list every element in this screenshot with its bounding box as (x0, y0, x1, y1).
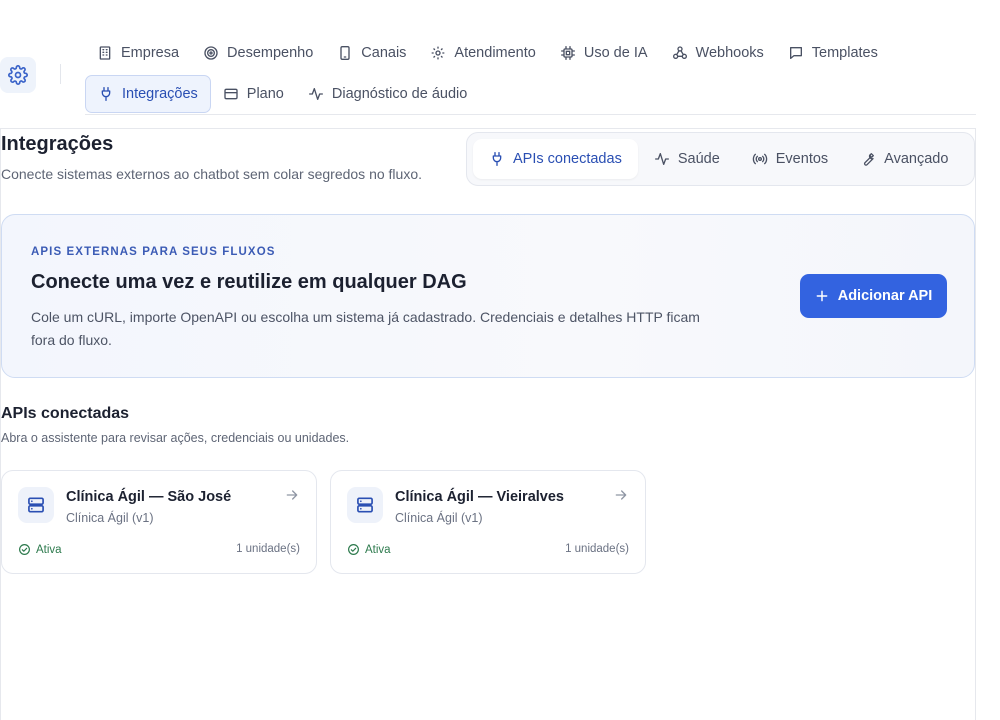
integrations-tabs: APIs conectadas Saúde Eventos Avançado (466, 132, 975, 186)
section-title: APIs conectadas (1, 405, 130, 422)
card-icon (224, 88, 238, 100)
nav-item-label: Uso de IA (583, 45, 648, 61)
settings-nav: Empresa Desempenho Canais Atendimento Us… (85, 34, 975, 113)
nav-item-label: Desempenho (227, 45, 314, 61)
api-card-units: 1 unidade(s) (236, 543, 300, 555)
nav-item-label: Templates (811, 45, 878, 61)
hero-description: Cole um cURL, importe OpenAPI ou escolha… (31, 309, 700, 348)
pulse-icon (654, 153, 669, 165)
nav-item-label: Plano (246, 86, 284, 102)
tab-label: Eventos (775, 151, 829, 167)
header-separator (60, 64, 61, 84)
nav-item-integracoes[interactable]: Integrações (85, 75, 211, 113)
hero-eyebrow: APIS EXTERNAS PARA SEUS FLUXOS (31, 246, 276, 258)
tab-apis-conectadas[interactable]: APIs conectadas (473, 139, 638, 179)
api-card-name: Clínica Ágil — São José (66, 489, 232, 505)
nav-item-desempenho[interactable]: Desempenho (191, 34, 325, 72)
tab-avancado[interactable]: Avançado (844, 139, 964, 179)
message-icon (789, 47, 802, 59)
target-icon (204, 46, 218, 60)
check-circle-icon (348, 544, 359, 555)
nav-item-diagnostico-de-audio[interactable]: Diagnóstico de áudio (296, 75, 479, 113)
nav-item-templates[interactable]: Templates (776, 34, 890, 72)
api-card-meta: Clínica Ágil (v1) (395, 511, 483, 525)
add-api-button[interactable]: Adicionar API (800, 274, 947, 318)
nav-item-label: Integrações (122, 86, 198, 102)
page-subtitle: Conecte sistemas externos ao chatbot sem… (1, 166, 422, 182)
api-card-name: Clínica Ágil — Vieiralves (395, 489, 564, 505)
api-card-list: Clínica Ágil — São José Clínica Ágil (v1… (1, 470, 646, 574)
tab-label: APIs conectadas (513, 151, 622, 167)
plug-icon (101, 87, 111, 101)
plus-icon (816, 290, 828, 302)
nav-item-plano[interactable]: Plano (211, 75, 296, 113)
nav-item-uso-de-ia[interactable]: Uso de IA (548, 34, 660, 72)
plug-icon (492, 152, 502, 166)
api-card-meta: Clínica Ágil (v1) (66, 511, 154, 525)
hero-title: Conecte uma vez e reutilize em qualquer … (31, 271, 467, 293)
chip-icon (560, 46, 575, 60)
hero-card: APIS EXTERNAS PARA SEUS FLUXOS Conecte u… (1, 214, 975, 378)
arrow-right-icon (613, 487, 629, 508)
phone-icon (340, 46, 350, 60)
webhook-icon (672, 46, 687, 59)
tab-label: Avançado (884, 151, 949, 167)
section-subtitle: Abra o assistente para revisar ações, cr… (1, 431, 350, 445)
add-api-button-label: Adicionar API (837, 288, 933, 304)
broadcast-icon (752, 153, 767, 165)
server-icon (18, 487, 54, 523)
nav-item-label: Webhooks (695, 45, 764, 61)
pulse-icon (308, 88, 323, 100)
api-card[interactable]: Clínica Ágil — Vieiralves Clínica Ágil (… (330, 470, 646, 574)
api-card-units: 1 unidade(s) (565, 543, 629, 555)
gear-icon (432, 46, 445, 60)
nav-item-webhooks[interactable]: Webhooks (660, 34, 776, 72)
tab-saude[interactable]: Saúde (638, 139, 736, 179)
nav-item-empresa[interactable]: Empresa (85, 34, 191, 72)
nav-item-label: Canais (361, 45, 407, 61)
nav-item-label: Atendimento (454, 45, 536, 61)
nav-item-canais[interactable]: Canais (325, 34, 418, 72)
settings-nav-row-1: Empresa Desempenho Canais Atendimento Us… (85, 34, 975, 72)
status-badge: Ativa (18, 543, 62, 556)
page-title: Integrações (1, 133, 114, 155)
status-badge: Ativa (347, 543, 391, 556)
nav-item-label: Diagnóstico de áudio (331, 86, 468, 102)
building-icon (99, 46, 111, 60)
status-label: Ativa (36, 543, 62, 556)
nav-divider (85, 114, 976, 115)
nav-item-atendimento[interactable]: Atendimento (418, 34, 547, 72)
settings-nav-row-2: Integrações Plano Diagnóstico de áudio (85, 75, 975, 113)
status-label: Ativa (365, 543, 391, 556)
api-card[interactable]: Clínica Ágil — São José Clínica Ágil (v1… (1, 470, 317, 574)
nav-item-label: Empresa (121, 45, 180, 61)
server-icon (347, 487, 383, 523)
gear-icon (8, 65, 28, 85)
tab-label: Saúde (677, 151, 720, 167)
settings-gear-button[interactable] (0, 57, 36, 93)
tab-eventos[interactable]: Eventos (736, 139, 844, 179)
wrench-icon (864, 153, 875, 166)
check-circle-icon (19, 544, 30, 555)
arrow-right-icon (284, 487, 300, 508)
